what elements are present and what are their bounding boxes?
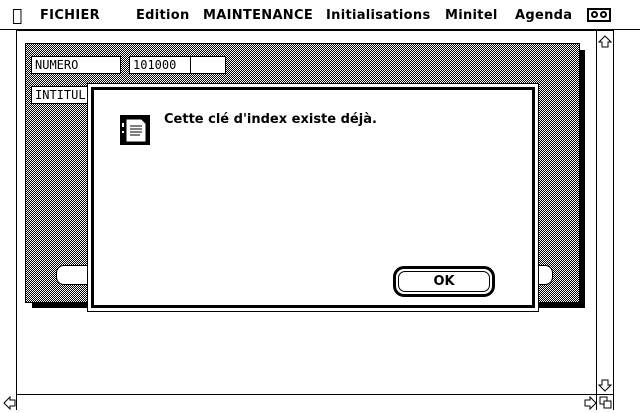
ok-button[interactable]: OK (393, 266, 495, 297)
vertical-scrollbar[interactable] (596, 31, 613, 395)
scroll-down-arrow-icon[interactable] (597, 377, 613, 393)
numero-field[interactable]: 101000 (129, 56, 226, 74)
menu-initialisations[interactable]: Initialisations (326, 8, 431, 23)
menu-minitel[interactable]: Minitel (445, 8, 498, 23)
ok-button-label: OK (398, 271, 490, 292)
note-icon (118, 113, 152, 147)
scroll-up-arrow-icon[interactable] (597, 33, 613, 49)
horizontal-scrollbar[interactable] (2, 394, 597, 410)
menu-fichier[interactable]: FICHIER (40, 8, 100, 23)
glasses-clock-icon[interactable] (587, 8, 611, 22)
grow-box-icon[interactable] (596, 394, 613, 410)
text-cursor (190, 57, 191, 73)
scroll-left-arrow-icon[interactable] (1, 395, 17, 411)
menu-edition[interactable]: Edition (136, 8, 190, 23)
menu-bar:  FICHIER Edition MAINTENANCE Initialisa… (0, 0, 640, 30)
menu-agenda[interactable]: Agenda (515, 8, 572, 23)
numero-value: 101000 (133, 58, 177, 72)
numero-label: NUMERO (31, 56, 121, 74)
alert-message: Cette clé d'index existe déjà. (164, 112, 377, 127)
menu-maintenance[interactable]: MAINTENANCE (203, 8, 313, 23)
panel-shadow (580, 50, 585, 308)
apple-menu[interactable]:  (12, 6, 22, 26)
